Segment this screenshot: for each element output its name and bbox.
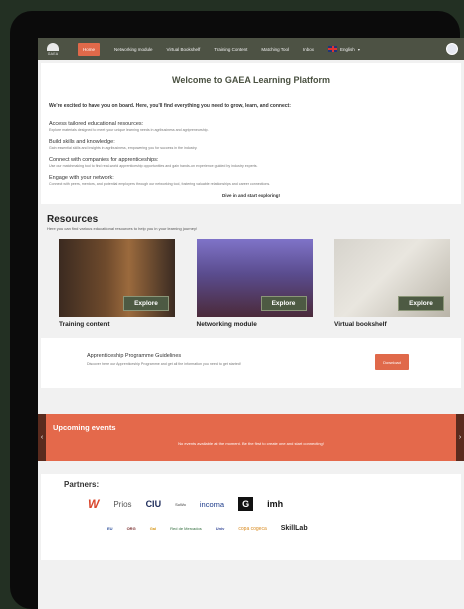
section-heading: Access tailored educational resources: — [49, 121, 144, 127]
partners-section: Partners: W Prios CIU SoWo incoma G imh … — [41, 474, 461, 560]
explore-networking-button[interactable]: Explore — [260, 296, 307, 311]
partner-logos-row: W Prios CIU SoWo incoma G imh — [41, 497, 461, 511]
partner-logos-row: EU ORG Gal Red de Mercados Univ copa cog… — [41, 525, 461, 532]
next-arrow-icon[interactable]: › — [456, 414, 464, 461]
partner-logo: Gal — [149, 526, 157, 531]
partner-logo: incoma — [199, 499, 225, 509]
resource-label: Virtual bookshelf — [334, 321, 387, 328]
download-button[interactable]: Download — [375, 354, 409, 370]
avatar[interactable] — [446, 43, 458, 55]
chevron-down-icon: ▾ — [357, 46, 360, 52]
partner-logo: Univ — [215, 526, 225, 531]
section-description: Gain essential skills and insights in ag… — [49, 146, 198, 150]
bookshelf-image: Explore — [334, 239, 450, 317]
events-title: Upcoming events — [53, 423, 116, 432]
resources-section: Resources Here you can find various educ… — [38, 204, 464, 328]
partner-logo: SkillLab — [280, 525, 308, 532]
upcoming-events-banner: ‹ Upcoming events No events available at… — [38, 414, 464, 461]
nav-matching-tool[interactable]: Matching Tool — [261, 47, 289, 52]
nav-networking-module[interactable]: Networking module — [114, 47, 153, 52]
welcome-section: Connect with companies for apprenticeshi… — [49, 157, 453, 168]
section-heading: Connect with companies for apprenticeshi… — [49, 157, 159, 163]
welcome-intro: We're excited to have you on board. Here… — [49, 103, 291, 109]
welcome-section: Access tailored educational resources: E… — [49, 121, 453, 132]
screen: GAEA Home Networking module Virtual Book… — [38, 38, 464, 609]
partner-logo: copa cogeca — [238, 525, 267, 532]
partner-logo: G — [238, 497, 254, 511]
welcome-cta: Dive in and start exploring! — [221, 193, 280, 198]
language-selector[interactable]: English ▾ — [328, 46, 360, 52]
tablet-frame: GAEA Home Networking module Virtual Book… — [10, 11, 464, 609]
section-description: Explore materials designed to meet your … — [49, 128, 209, 132]
partner-logo: Prios — [113, 499, 132, 509]
partners-title: Partners: — [64, 480, 100, 489]
resource-card-networking: Explore Networking module — [196, 239, 313, 328]
nav-home[interactable]: Home — [78, 42, 101, 56]
partner-logo: EU — [107, 526, 113, 531]
page-title: Welcome to GAEA Learning Platform — [171, 75, 331, 85]
section-description: Use our matchmaking tool to find real-wo… — [49, 164, 258, 168]
resource-card-bookshelf: Explore Virtual bookshelf — [334, 239, 450, 328]
section-heading: Build skills and knowledge: — [49, 139, 115, 145]
partner-logo: SoWo — [175, 501, 186, 507]
resources-grid: Explore Training content Explore Network… — [47, 239, 455, 328]
resources-title: Resources — [47, 214, 99, 225]
networking-image: Explore — [196, 239, 313, 317]
welcome-section: Engage with your network: Connect with p… — [49, 175, 453, 186]
gaea-logo[interactable]: GAEA — [44, 41, 62, 57]
partner-logo: W — [88, 497, 100, 511]
events-message: No events available at the moment. Be th… — [178, 441, 324, 446]
nav-virtual-bookshelf[interactable]: Virtual Bookshelf — [167, 47, 201, 52]
section-heading: Engage with your network: — [49, 175, 114, 181]
logo-mark-icon — [47, 42, 59, 51]
explore-bookshelf-button[interactable]: Explore — [398, 296, 444, 311]
section-description: Connect with peers, mentors, and potenti… — [49, 182, 271, 186]
training-image: Explore — [59, 239, 175, 317]
explore-training-button[interactable]: Explore — [123, 296, 169, 311]
welcome-section: Build skills and knowledge: Gain essenti… — [49, 139, 453, 150]
partner-logo: Red de Mercados — [170, 526, 202, 531]
partner-logo: CIU — [145, 499, 162, 509]
partner-logo: imh — [267, 499, 284, 509]
nav-inbox[interactable]: Inbox — [303, 47, 314, 52]
nav-training-content[interactable]: Training Content — [214, 47, 247, 52]
resource-label: Networking module — [196, 321, 257, 328]
guidelines-card: Apprenticeship Programme Guidelines Disc… — [41, 338, 461, 388]
partner-logo: ORG — [126, 526, 136, 531]
resource-label: Training content — [59, 321, 110, 328]
logo-text: GAEA — [47, 51, 59, 56]
top-navbar: GAEA Home Networking module Virtual Book… — [38, 38, 464, 60]
language-label: English — [340, 46, 355, 52]
prev-arrow-icon[interactable]: ‹ — [38, 414, 46, 461]
resources-subtitle: Here you can find various educational re… — [47, 226, 198, 231]
uk-flag-icon — [328, 46, 338, 52]
welcome-card: Welcome to GAEA Learning Platform We're … — [41, 63, 461, 204]
resource-card-training: Explore Training content — [59, 239, 175, 328]
